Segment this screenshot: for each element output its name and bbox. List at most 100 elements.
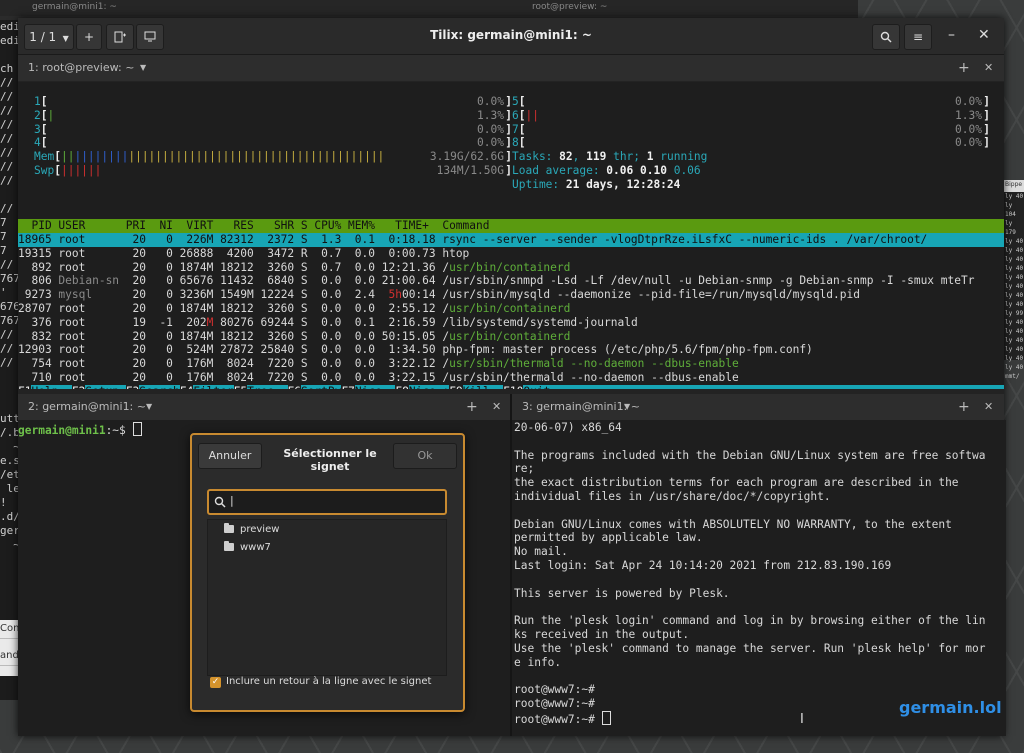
close-pane-icon[interactable]: ✕: [984, 394, 993, 420]
pane2-title[interactable]: 2: germain@mini1: ~: [28, 394, 146, 420]
process-row[interactable]: 18965 root 20 0 226M 82312 2372 S 1.3 0.…: [18, 232, 1004, 247]
fkey-label[interactable]: F1: [18, 384, 32, 389]
chevron-down-icon[interactable]: ▼: [624, 394, 630, 420]
htop-terminal[interactable]: 1[0.0%] 2[| 1.3%] 3[0.0%] 4[0.0%] 5[0.0%] 6[||…: [18, 82, 1004, 389]
fkey-action[interactable]: Quit: [523, 384, 564, 389]
cpu-bar: |: [47, 108, 55, 122]
fkey-action[interactable]: Help: [31, 384, 72, 389]
bookmark-search-input[interactable]: |: [207, 489, 447, 515]
terminal-output-line: Run the 'plesk login' command and log in…: [514, 614, 986, 628]
pane1-title[interactable]: 1: root@preview: ~: [28, 55, 134, 81]
window-title: Tilix: germain@mini1: ~: [430, 28, 592, 42]
maximize-pane-icon[interactable]: +: [958, 55, 970, 81]
background-text-line: ly 40: [1005, 193, 1024, 200]
watermark: germain.lol: [899, 698, 1002, 717]
background-text-line: ly 40: [1005, 319, 1024, 326]
htop-column-header[interactable]: PID USER PRI NI VIRT RES SHR S CPU% MEM%…: [18, 219, 1004, 233]
meter-value: 134M/1.50G: [436, 164, 504, 177]
cancel-button[interactable]: Annuler: [198, 443, 262, 469]
pane3-title[interactable]: 3: germain@mini1: ~: [522, 394, 640, 420]
terminal-output-line: 20-06-07) x86_64: [514, 421, 622, 434]
fkey-action[interactable]: SortBy: [301, 384, 342, 389]
fkey-action[interactable]: Kill: [462, 384, 504, 389]
cpu-percent: 0.0%: [955, 136, 982, 150]
include-newline-checkbox[interactable]: ✓: [210, 677, 221, 688]
cpu-percent: 0.0%: [955, 122, 982, 136]
cpu-meter: 5[0.0%]: [512, 95, 990, 108]
process-stats: 9273 mysql 20 0 3236M 1549M 12224 S 0.0 …: [18, 288, 450, 302]
fkey-label[interactable]: F6: [287, 384, 302, 389]
hamburger-icon: ≡: [912, 30, 924, 44]
process-row[interactable]: 376 root 19 -1 202M 80276 69244 S 0.0 0.…: [18, 316, 1004, 330]
close-window-button[interactable]: ✕: [978, 27, 990, 43]
process-command: usr/bin/containerd: [449, 301, 571, 315]
cpu-meter: 6[|| 1.3%]: [512, 108, 990, 122]
fkey-label[interactable]: F2: [71, 384, 86, 389]
text-cursor-icon: I: [800, 712, 804, 727]
close-pane-icon[interactable]: ✕: [492, 394, 501, 420]
fkey-label[interactable]: F7: [341, 384, 355, 389]
process-command: usr/sbin/mysqld --daemonize --pid-file=/…: [449, 288, 860, 302]
htop-info-line: Load average: 0.06 0.10 0.06: [512, 164, 701, 177]
chevron-down-icon[interactable]: ▼: [146, 394, 152, 420]
process-stats: 832 root 20 0 1874M 18212 3260 S 0.0 0.0…: [18, 329, 450, 343]
close-pane-icon[interactable]: ✕: [984, 55, 993, 81]
fkey-label[interactable]: F3: [125, 384, 140, 389]
fkey-action[interactable]: Nice -: [354, 384, 396, 389]
background-right-window: Bippe ly 40 ly 104 ly 179 ly 40 ly 40 ly 40 ly…: [1003, 180, 1024, 380]
cpu-percent: 0.0%: [477, 122, 504, 136]
terminal-output-line: No mail.: [514, 545, 568, 559]
background-command-label: and: [0, 647, 20, 666]
terminal-output-line: re;: [514, 462, 535, 476]
process-row[interactable]: 892 root 20 0 1874M 18212 3260 S 0.7 0.0…: [18, 261, 1004, 275]
process-row[interactable]: 28707 root 20 0 1874M 18212 3260 S 0.0 0…: [18, 302, 1004, 316]
fkey-label[interactable]: F9: [449, 384, 463, 389]
search-icon: [214, 496, 226, 508]
background-text-line: ly 40: [1005, 247, 1024, 254]
process-row[interactable]: 12903 root 20 0 524M 27872 25840 S 0.0 0…: [18, 343, 1004, 357]
process-row[interactable]: 832 root 20 0 1874M 18212 3260 S 0.0 0.0…: [18, 330, 1004, 344]
swp-meter: Swp[|||||| 134M/1.50G]: [34, 164, 512, 177]
process-stats: 892 root 20 0 1874M 18212 3260 S 0.7 0.0…: [18, 260, 450, 274]
maximize-pane-icon[interactable]: +: [958, 394, 970, 420]
process-command: usr/sbin/thermald --no-daemon --dbus-ena…: [449, 370, 739, 384]
process-stats: 710 root 20 0 176M 8024 7220 S 0.0 0.0 3…: [18, 370, 450, 384]
fkey-label[interactable]: F10: [503, 384, 524, 389]
background-text-line: ly 104: [1005, 202, 1016, 218]
bookmark-item-preview[interactable]: preview: [224, 522, 279, 538]
process-stats: 19315 root 20 0 26888 4200 3472 R 0.7 0.…: [18, 246, 450, 260]
minimize-button[interactable]: –: [948, 27, 955, 43]
htop-info-line: Uptime: 21 days, 12:28:24: [512, 177, 681, 191]
fkey-action[interactable]: Filter: [193, 384, 234, 389]
fkey-action[interactable]: Tree: [247, 384, 288, 389]
bookmark-item-www7[interactable]: www7: [224, 540, 271, 556]
process-row[interactable]: 806 Debian-sn 20 0 65676 11432 6840 S 0.…: [18, 274, 1004, 288]
process-stats: 376 root 19 -1 202M 80276 69244 S 0.0 0.…: [18, 315, 450, 329]
cpu-percent: 1.3%: [955, 108, 982, 122]
process-row[interactable]: 19315 root 20 0 26888 4200 3472 R 0.7 0.…: [18, 247, 1004, 261]
find-button[interactable]: [872, 24, 900, 50]
chevron-down-icon[interactable]: ▼: [140, 55, 146, 81]
terminal-output-line: ks received in the output.: [514, 627, 690, 641]
fkey-action[interactable]: Search: [139, 384, 180, 389]
fkey-action[interactable]: Setup: [85, 384, 126, 389]
pane3-terminal[interactable]: 20-06-07) x86_64 The programs included wi…: [512, 420, 1006, 736]
meter-bar: ||||||||||||||||||||||||||||||||||||||||…: [60, 150, 385, 164]
fkey-action[interactable]: Nice +: [408, 384, 450, 389]
fkey-label[interactable]: F4: [179, 384, 194, 389]
folder-icon: [224, 541, 234, 551]
cpu-meter: 4[0.0%]: [34, 136, 512, 150]
process-row[interactable]: 754 root 20 0 176M 8024 7220 S 0.0 0.0 3…: [18, 357, 1004, 371]
maximize-pane-icon[interactable]: +: [466, 394, 478, 420]
cpu-number: 1: [34, 95, 41, 108]
fkey-label[interactable]: F8: [395, 384, 409, 389]
background-text-line: ly 40: [1005, 301, 1024, 308]
ok-button[interactable]: Ok: [393, 443, 457, 469]
terminal-output-line: e info.: [514, 655, 562, 669]
cpu-number: 7: [512, 122, 519, 136]
process-row[interactable]: 710 root 20 0 176M 8024 7220 S 0.0 0.0 3…: [18, 371, 1004, 385]
menu-button[interactable]: ≡: [904, 24, 932, 50]
process-row[interactable]: 9273 mysql 20 0 3236M 1549M 12224 S 0.0 …: [18, 288, 1004, 302]
fkey-label[interactable]: F5: [233, 384, 248, 389]
